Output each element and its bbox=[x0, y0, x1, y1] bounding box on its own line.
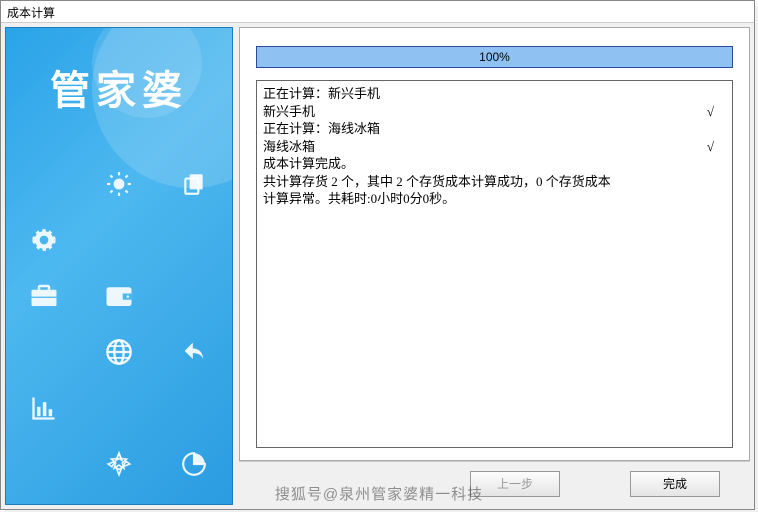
log-line: 正在计算：新兴手机 bbox=[263, 85, 726, 103]
undo-icon bbox=[180, 338, 208, 366]
chart-icon bbox=[30, 395, 58, 421]
progress-bar: 100% bbox=[256, 46, 733, 68]
sidebar-icon-grid bbox=[6, 156, 232, 492]
window-title: 成本计算 bbox=[7, 6, 55, 20]
log-line: 新兴手机√ bbox=[263, 103, 726, 121]
globe-icon bbox=[105, 338, 133, 366]
log-line: 正在计算：海线冰箱 bbox=[263, 120, 726, 138]
sidebar-panel: 管家婆 bbox=[5, 27, 233, 505]
log-output[interactable]: 正在计算：新兴手机新兴手机√正在计算：海线冰箱海线冰箱√成本计算完成。共计算存货… bbox=[256, 80, 733, 448]
window-body: 管家婆 bbox=[1, 23, 754, 509]
main-panel: 100% 正在计算：新兴手机新兴手机√正在计算：海线冰箱海线冰箱√成本计算完成。… bbox=[239, 27, 750, 505]
finish-button[interactable]: 完成 bbox=[630, 471, 720, 497]
gear-icon bbox=[31, 227, 57, 253]
prev-button: 上一步 bbox=[470, 471, 560, 497]
wallet-icon bbox=[104, 283, 134, 309]
briefcase-icon bbox=[29, 283, 59, 309]
copy-icon bbox=[181, 171, 207, 197]
log-line: 计算异常。共耗时:0小时0分0秒。 bbox=[263, 190, 726, 208]
log-line: 海线冰箱√ bbox=[263, 138, 726, 156]
pie-icon bbox=[181, 451, 207, 477]
brand-logo: 管家婆 bbox=[6, 58, 232, 116]
sun-icon bbox=[106, 171, 132, 197]
main-content: 100% 正在计算：新兴手机新兴手机√正在计算：海线冰箱海线冰箱√成本计算完成。… bbox=[239, 27, 750, 461]
footer-buttons: 上一步 完成 bbox=[239, 461, 750, 505]
cost-calc-window: 成本计算 管家婆 bbox=[0, 0, 755, 510]
star-icon bbox=[106, 451, 132, 477]
progress-label: 100% bbox=[257, 47, 732, 67]
log-line: 成本计算完成。 bbox=[263, 155, 726, 173]
log-line: 共计算存货 2 个，其中 2 个存货成本计算成功，0 个存货成本 bbox=[263, 173, 726, 191]
window-titlebar: 成本计算 bbox=[1, 1, 754, 23]
